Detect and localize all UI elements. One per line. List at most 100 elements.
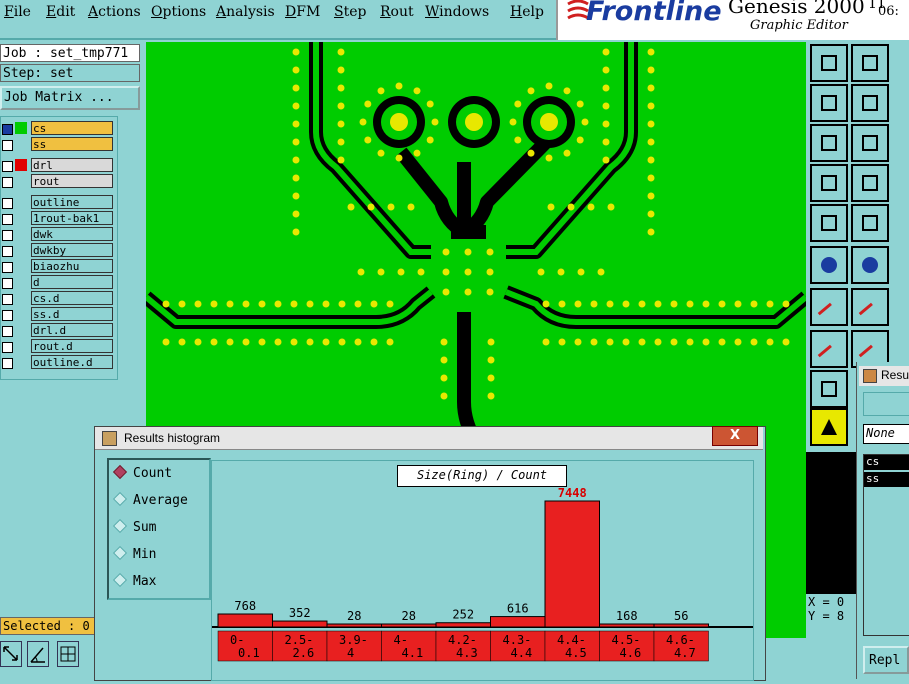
toolbar-button-measure[interactable]	[810, 370, 848, 408]
layer-row-drl.d[interactable]: drl.d	[1, 323, 115, 338]
layer-checkbox[interactable]	[2, 246, 13, 257]
layer-checkbox[interactable]	[2, 214, 13, 225]
grid-tool-button[interactable]	[57, 641, 79, 667]
menu-options[interactable]: Options	[151, 4, 206, 20]
layer-name[interactable]: ss	[31, 137, 113, 151]
layer-row-cs[interactable]: cs	[1, 121, 115, 136]
layer-checkbox[interactable]	[2, 262, 13, 273]
menu-help[interactable]: Help	[510, 4, 544, 20]
layer-checkbox[interactable]	[2, 124, 13, 135]
layer-name[interactable]: 1rout-bak1	[31, 211, 113, 225]
layer-checkbox[interactable]	[2, 230, 13, 241]
layer-name[interactable]: rout.d	[31, 339, 113, 353]
toolbar-button-import[interactable]	[810, 84, 848, 122]
histogram-bar[interactable]	[653, 623, 709, 628]
layer-checkbox[interactable]	[2, 140, 13, 151]
layer-checkbox[interactable]	[2, 198, 13, 209]
layer-row-cs.d[interactable]: cs.d	[1, 291, 115, 306]
layer-checkbox[interactable]	[2, 326, 13, 337]
layer-checkbox[interactable]	[2, 342, 13, 353]
layer-name[interactable]: dwkby	[31, 243, 113, 257]
layer-name[interactable]: biaozhu	[31, 259, 113, 273]
pad-dot	[178, 300, 186, 308]
toolbar-button-export[interactable]	[851, 84, 889, 122]
toolbar-button-line[interactable]	[810, 288, 848, 326]
layer-checkbox[interactable]	[2, 278, 13, 289]
layer-checkbox[interactable]	[2, 294, 13, 305]
toolbar-button-open-job[interactable]	[810, 44, 848, 82]
menu-dfm[interactable]: DFM	[285, 4, 320, 20]
toolbar-button-draw-line[interactable]	[851, 288, 889, 326]
menu-rout[interactable]: Rout	[380, 4, 414, 20]
layer-checkbox[interactable]	[2, 310, 13, 321]
layer-row-ss[interactable]: ss	[1, 137, 115, 152]
layer-row-biaozhu[interactable]: biaozhu	[1, 259, 115, 274]
menu-edit[interactable]: Edit	[46, 4, 75, 20]
toolbar-button-node[interactable]	[810, 330, 848, 368]
layer-checkbox[interactable]	[2, 358, 13, 369]
toolbar-button-pointer[interactable]	[810, 408, 848, 446]
layer-name[interactable]: d	[31, 275, 113, 289]
histogram-bar[interactable]	[544, 500, 600, 628]
layer-row-outline.d[interactable]: outline.d	[1, 355, 115, 370]
toolbar-button-settings[interactable]	[810, 164, 848, 202]
close-button[interactable]: X	[712, 426, 758, 446]
toolbar-button-cross[interactable]	[851, 246, 889, 284]
toolbar-button-grid[interactable]	[851, 164, 889, 202]
layer-checkbox[interactable]	[2, 177, 13, 188]
layer-name[interactable]: ss.d	[31, 307, 113, 321]
results-item-ss[interactable]: ss	[864, 472, 909, 487]
histogram-bar[interactable]	[217, 613, 273, 628]
toolbar-button-connect[interactable]	[810, 246, 848, 284]
mode-max[interactable]: Max	[112, 572, 156, 589]
menu-actions[interactable]: Actions	[88, 4, 141, 20]
mode-sum[interactable]: Sum	[112, 518, 156, 535]
menu-file[interactable]: File	[4, 4, 31, 20]
category-label: 4-	[394, 633, 408, 647]
layer-name[interactable]: drl.d	[31, 323, 113, 337]
layer-name[interactable]: cs	[31, 121, 113, 135]
layer-row-drl[interactable]: drl	[1, 158, 115, 173]
layer-name[interactable]: outline	[31, 195, 113, 209]
histogram-bar[interactable]	[272, 620, 328, 628]
replace-button[interactable]: Repl	[863, 646, 909, 674]
layer-checkbox[interactable]	[2, 161, 13, 172]
layer-name[interactable]: drl	[31, 158, 113, 172]
mode-min[interactable]: Min	[112, 545, 156, 562]
results-item-cs[interactable]: cs	[864, 455, 909, 470]
menu-windows[interactable]: Windows	[425, 4, 489, 20]
pad-dot	[527, 87, 535, 95]
layer-row-rout.d[interactable]: rout.d	[1, 339, 115, 354]
layer-name[interactable]: rout	[31, 174, 113, 188]
menu-analysis[interactable]: Analysis	[216, 4, 275, 20]
layer-row-dwk[interactable]: dwk	[1, 227, 115, 242]
toolbar-button-polygon[interactable]	[851, 204, 889, 242]
pad-dot	[364, 100, 372, 108]
mode-count[interactable]: Count	[112, 464, 172, 481]
histogram-bar[interactable]	[490, 616, 546, 628]
zoom-tool-button[interactable]	[0, 641, 22, 667]
layer-row-dwkby[interactable]: dwkby	[1, 243, 115, 258]
histogram-bar[interactable]	[435, 622, 491, 628]
measure-tool-button[interactable]	[27, 641, 49, 667]
layer-row-outline[interactable]: outline	[1, 195, 115, 210]
mode-average[interactable]: Average	[112, 491, 188, 508]
histogram-bar[interactable]	[326, 623, 382, 628]
pad-dot	[606, 300, 614, 308]
toolbar-button-pad[interactable]	[810, 204, 848, 242]
toolbar-button-save[interactable]	[851, 44, 889, 82]
none-selector[interactable]: None	[863, 424, 909, 444]
toolbar-button-fit[interactable]	[810, 124, 848, 162]
toolbar-button-zoom[interactable]	[851, 124, 889, 162]
layer-row-1rout-bak1[interactable]: 1rout-bak1	[1, 211, 115, 226]
layer-name[interactable]: dwk	[31, 227, 113, 241]
menu-step[interactable]: Step	[334, 4, 366, 20]
layer-row-rout[interactable]: rout	[1, 174, 115, 189]
layer-name[interactable]: cs.d	[31, 291, 113, 305]
layer-row-ss.d[interactable]: ss.d	[1, 307, 115, 322]
histogram-bar[interactable]	[599, 623, 655, 628]
layer-row-d[interactable]: d	[1, 275, 115, 290]
job-matrix-button[interactable]: Job Matrix ...	[0, 86, 140, 110]
histogram-bar[interactable]	[381, 623, 437, 628]
layer-name[interactable]: outline.d	[31, 355, 113, 369]
